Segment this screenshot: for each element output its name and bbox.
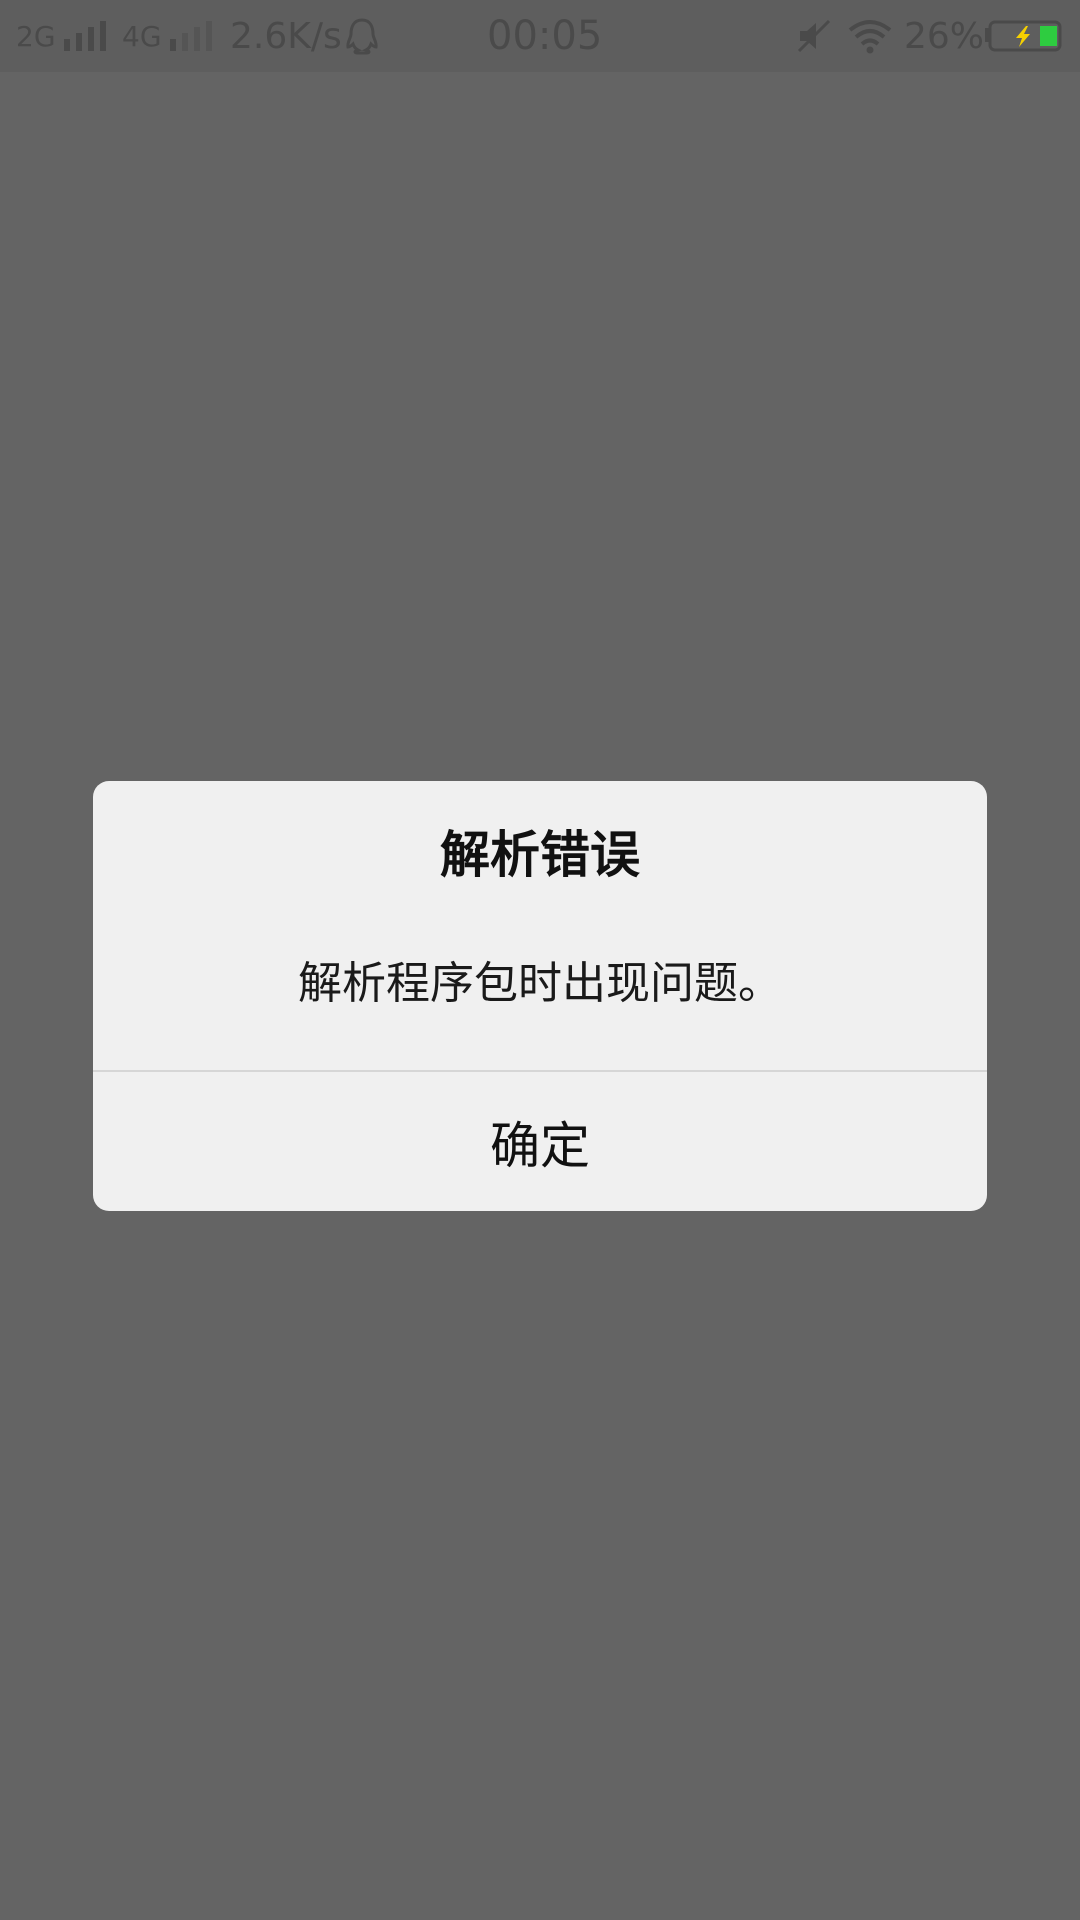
- wifi-icon: [846, 0, 894, 72]
- battery-percent: 26%: [904, 15, 985, 57]
- mute-icon: [796, 0, 832, 72]
- screen: 2G 4G 2.6K/s 00:05 26% 解析错误 解析程序包时出现问题。 …: [0, 0, 1080, 1920]
- signal-icon: [62, 0, 108, 72]
- network-speed: 2.6K/s: [230, 15, 342, 57]
- battery-charging-icon: [984, 0, 1062, 72]
- clock: 00:05: [487, 13, 603, 59]
- signal-icon-weak: [168, 0, 214, 72]
- dialog-message: 解析程序包时出现问题。: [298, 958, 782, 1009]
- confirm-button[interactable]: 确定: [93, 1072, 987, 1211]
- qq-icon: [342, 0, 382, 72]
- network-type-2g: 2G: [16, 19, 56, 53]
- network-type-4g: 4G: [122, 19, 162, 53]
- error-dialog: 解析错误 解析程序包时出现问题。 确定: [93, 781, 987, 1211]
- status-bar: 2G 4G 2.6K/s 00:05 26%: [0, 0, 1080, 72]
- dialog-title: 解析错误: [440, 826, 640, 884]
